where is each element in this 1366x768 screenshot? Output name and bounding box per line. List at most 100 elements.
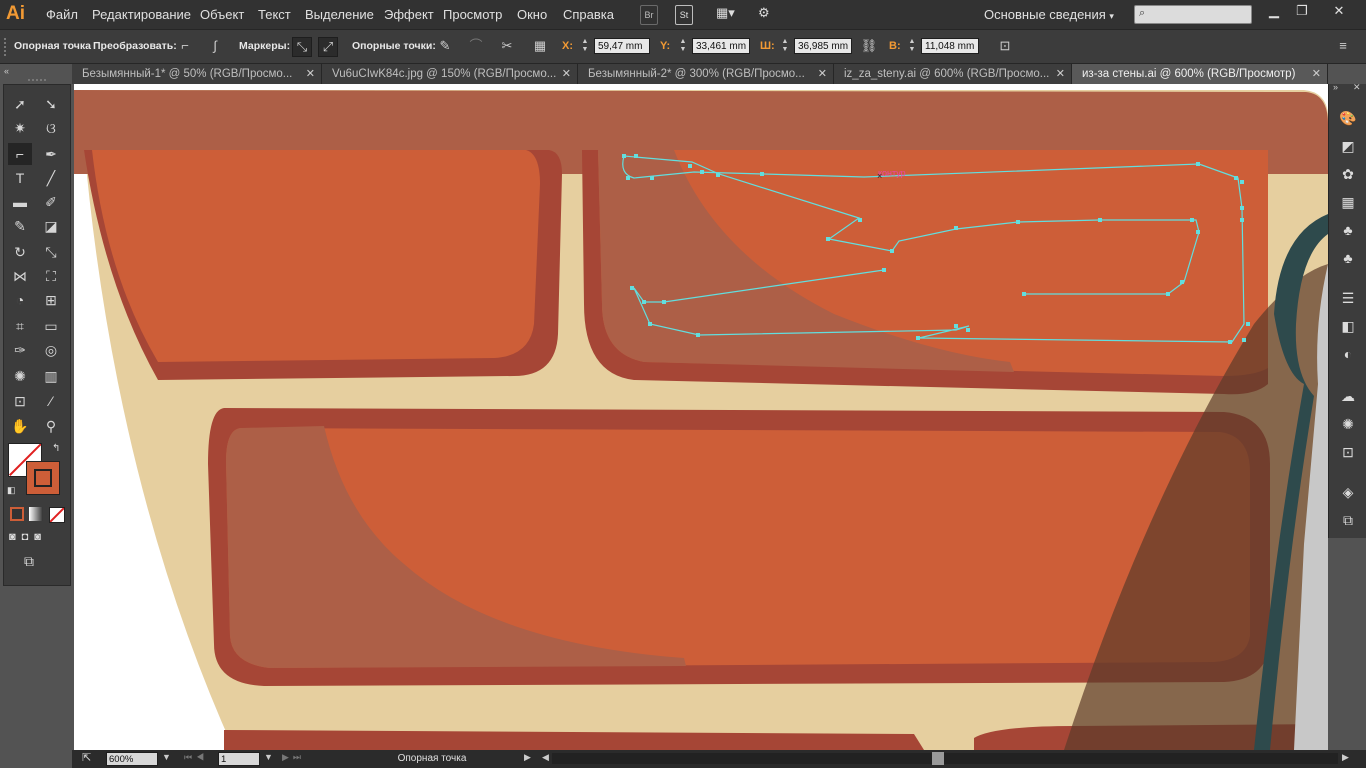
menu-select[interactable]: Выделение	[305, 7, 374, 22]
zoom-dropdown-icon[interactable]: ▼	[162, 752, 171, 762]
magic-wand-tool[interactable]: ✷	[8, 117, 32, 139]
eyedropper-tool[interactable]: ✑	[8, 339, 32, 361]
menu-window[interactable]: Окно	[517, 7, 547, 22]
direct-selection-tool[interactable]: ➘	[39, 93, 63, 115]
color-mode-icon[interactable]	[10, 507, 24, 521]
scale-tool[interactable]: ⤡	[39, 241, 63, 263]
collapse-panel-icon[interactable]: «	[4, 66, 9, 76]
convert-to-corner-icon[interactable]: ⌐	[176, 37, 194, 55]
search-input[interactable]: ⌕	[1134, 5, 1252, 24]
rotate-tool[interactable]: ↻	[8, 241, 32, 263]
horizontal-scrollbar[interactable]	[552, 753, 1338, 764]
close-icon[interactable]: ✕	[562, 64, 571, 84]
width-field[interactable]: 36,985 mm	[794, 38, 852, 54]
minimize-button[interactable]: ▁	[1265, 3, 1283, 19]
free-transform-tool[interactable]: ⛶	[39, 265, 63, 287]
scroll-left-icon[interactable]: ◀	[542, 752, 549, 763]
constrain-proportions-icon[interactable]: ⛓	[860, 37, 878, 55]
gpu-performance-icon[interactable]: ⚙	[758, 5, 780, 23]
tab-document[interactable]: Безымянный-1* @ 50% (RGB/Просмо... ✕	[72, 64, 322, 84]
next-last-artboard-icon[interactable]: ▶⏭	[282, 752, 305, 763]
expand-panels-icon[interactable]: »	[1333, 82, 1338, 92]
swap-fill-stroke-icon[interactable]: ↰	[52, 443, 60, 454]
menu-help[interactable]: Справка	[563, 7, 614, 22]
panel-menu-icon[interactable]: ≡	[1334, 37, 1352, 55]
perspective-grid-tool[interactable]: ⊞	[39, 289, 63, 311]
type-tool[interactable]: T	[8, 167, 32, 189]
hide-handles-icon[interactable]: ⤢	[318, 37, 338, 57]
menu-edit[interactable]: Редактирование	[92, 7, 191, 22]
close-icon[interactable]: ✕	[306, 64, 315, 84]
isolate-selection-icon[interactable]: ⊡	[996, 37, 1014, 55]
hand-tool[interactable]: ✋	[8, 415, 32, 437]
artboard-number-field[interactable]: 1	[218, 752, 260, 766]
artboard-canvas[interactable]: контур ×	[74, 84, 1328, 750]
symbol-sprayer-tool[interactable]: ✺	[8, 365, 32, 387]
artboard-tool[interactable]: ⊡	[8, 390, 32, 412]
workspace-switcher[interactable]: Основные сведения ▾	[984, 7, 1114, 22]
remove-anchor-icon[interactable]: ✎	[436, 37, 454, 55]
x-spinner[interactable]: ▲ ▼	[579, 38, 591, 54]
paintbrush-tool[interactable]: ✐	[39, 191, 63, 213]
connect-anchors-icon[interactable]: ⌒	[467, 37, 485, 55]
eraser-tool[interactable]: ◪	[39, 215, 63, 237]
artboard-dropdown-icon[interactable]: ▼	[264, 752, 273, 762]
scroll-right-icon[interactable]: ▶	[1342, 752, 1349, 763]
vertical-scrollbar[interactable]	[1351, 84, 1366, 750]
anchor-point-tool[interactable]: ⌐	[8, 143, 32, 165]
screen-mode-icon[interactable]: ⧉	[24, 553, 34, 570]
convert-to-smooth-icon[interactable]: ∫	[206, 37, 224, 55]
restore-button[interactable]: ❐	[1293, 3, 1311, 19]
default-colors-icon[interactable]: ◧	[7, 485, 16, 496]
width-tool[interactable]: ⋈	[8, 265, 32, 287]
anchors-label: Опорные точки:	[352, 40, 436, 52]
selection-tool[interactable]: ➚	[8, 93, 32, 115]
gradient-mode-icon[interactable]	[29, 507, 43, 521]
none-mode-icon[interactable]	[49, 507, 65, 523]
rectangle-tool[interactable]: ▬	[8, 191, 32, 213]
reference-point-icon[interactable]: ▦	[531, 37, 549, 55]
artboard-nav-icon[interactable]: ⇱	[82, 751, 91, 764]
cut-path-icon[interactable]: ✂	[498, 37, 516, 55]
lasso-tool[interactable]: ଓ	[39, 117, 63, 139]
show-handles-icon[interactable]: ⤡	[292, 37, 312, 57]
first-prev-artboard-icon[interactable]: ⏮◀	[184, 752, 208, 763]
scrollbar-thumb[interactable]	[932, 752, 944, 765]
height-spinner[interactable]: ▲ ▼	[906, 38, 918, 54]
width-spinner[interactable]: ▲ ▼	[779, 38, 791, 54]
gradient-tool[interactable]: ▭	[39, 315, 63, 337]
line-tool[interactable]: ╱	[39, 167, 63, 189]
status-menu-icon[interactable]: ▶	[524, 752, 531, 763]
blob-brush-tool[interactable]: ✎	[8, 215, 32, 237]
y-field[interactable]: 33,461 mm	[692, 38, 750, 54]
menu-view[interactable]: Просмотр	[443, 7, 502, 22]
menu-effect[interactable]: Эффект	[384, 7, 434, 22]
close-icon[interactable]: ✕	[1312, 64, 1321, 84]
slice-tool[interactable]: ⁄	[39, 390, 63, 412]
tab-document[interactable]: iz_za_steny.ai @ 600% (RGB/Просмо... ✕	[834, 64, 1072, 84]
close-icon[interactable]: ✕	[818, 64, 827, 84]
menu-type[interactable]: Текст	[258, 7, 291, 22]
x-field[interactable]: 59,47 mm	[594, 38, 650, 54]
menu-file[interactable]: Файл	[46, 7, 78, 22]
y-spinner[interactable]: ▲ ▼	[677, 38, 689, 54]
bridge-button[interactable]: Br	[640, 5, 658, 25]
close-icon[interactable]: ✕	[1056, 64, 1065, 84]
tab-document-active[interactable]: из-за стены.ai @ 600% (RGB/Просмотр) ✕	[1072, 64, 1328, 84]
tab-document[interactable]: Безымянный-2* @ 300% (RGB/Просмо... ✕	[578, 64, 834, 84]
height-field[interactable]: 11,048 mm	[921, 38, 979, 54]
close-button[interactable]: ✕	[1330, 3, 1348, 19]
menu-object[interactable]: Объект	[200, 7, 244, 22]
stroke-swatch[interactable]	[26, 461, 60, 495]
pen-tool[interactable]: ✒	[39, 143, 63, 165]
blend-tool[interactable]: ◎	[39, 339, 63, 361]
zoom-field[interactable]: 600%	[106, 752, 158, 766]
shape-builder-tool[interactable]: ◔	[8, 289, 32, 311]
stock-button[interactable]: St	[675, 5, 693, 25]
arrange-documents-icon[interactable]: ▦▾	[716, 5, 742, 23]
zoom-tool[interactable]: ⚲	[39, 415, 63, 437]
drawing-modes-icon[interactable]: ◙◘◙	[9, 531, 67, 545]
mesh-tool[interactable]: ⌗	[8, 315, 32, 337]
tab-document[interactable]: Vu6uCIwK84c.jpg @ 150% (RGB/Просмо... ✕	[322, 64, 578, 84]
column-graph-tool[interactable]: ▥	[39, 365, 63, 387]
